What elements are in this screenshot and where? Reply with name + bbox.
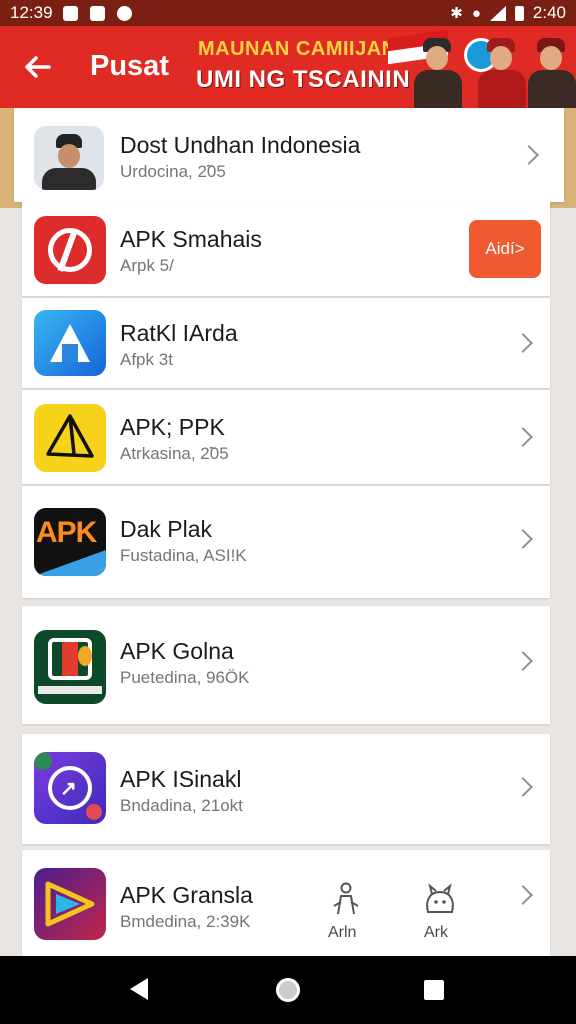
mini-label: Arln xyxy=(328,924,357,941)
nav-home-icon[interactable] xyxy=(276,978,300,1002)
officer-portrait-icon xyxy=(34,126,104,190)
nav-recents-icon[interactable] xyxy=(424,980,444,1000)
back-button[interactable] xyxy=(20,50,54,84)
yellow-triangle-logo-icon xyxy=(34,404,106,472)
chevron-right-icon xyxy=(513,529,533,549)
message-icon xyxy=(116,5,132,21)
page-title: Pusat xyxy=(90,50,169,82)
cute-creature-icon[interactable] xyxy=(422,882,458,916)
app-name: APK Smahais xyxy=(120,226,262,252)
chevron-right-icon xyxy=(513,427,533,447)
list-item[interactable]: APK Gransla Bmdedina, 2:39K Arln Ark xyxy=(22,850,550,956)
officer-figure-3 xyxy=(526,38,576,108)
battery-icon xyxy=(514,5,524,21)
app-name: Dak Plak xyxy=(120,516,213,542)
list-item[interactable]: APK Golna Puetedina, 96ÖK xyxy=(22,606,550,724)
list-item[interactable]: Dost Undhan Indonesia Urdocina, 2̃05 xyxy=(14,108,564,202)
app-subtitle: Puetedina, 96ÖK xyxy=(120,668,250,687)
nav-back-icon[interactable] xyxy=(130,978,148,1000)
status-clock-right: 2:40 xyxy=(532,3,566,22)
blue-a-logo-icon xyxy=(34,310,106,376)
app-name: RatKl IArda xyxy=(120,320,238,346)
app-name: APK Golna xyxy=(120,638,234,664)
system-nav-bar xyxy=(0,956,576,1024)
app-subtitle: Arpk 5/ xyxy=(120,256,174,275)
promo-line-1: MAUNAN CAMIIJAN xyxy=(198,38,397,60)
app-subtitle: Atrkasina, 2̃05 xyxy=(120,444,229,463)
chevron-right-icon xyxy=(513,651,533,671)
apk-text-logo-icon: APK xyxy=(34,508,106,576)
notification-icon xyxy=(62,5,78,21)
list-item[interactable]: APK Dak Plak Fustadina, ASI!K xyxy=(22,486,550,598)
list-item[interactable]: APK Smahais Arpk 5/ Aidí> xyxy=(22,202,550,296)
officer-figure-2 xyxy=(476,38,528,108)
list-item[interactable]: RatKl IArda Afpk 3t xyxy=(22,298,550,388)
open-button[interactable]: Aidí> xyxy=(469,220,541,278)
chevron-right-icon xyxy=(519,145,539,165)
gallery-icon xyxy=(89,5,105,21)
chevron-right-icon xyxy=(513,777,533,797)
app-name: Dost Undhan Indonesia xyxy=(120,132,361,158)
app-subtitle: Bndadina, 21okt xyxy=(120,796,243,815)
status-time: 12:39 xyxy=(10,3,53,22)
app-name: APK Gransla xyxy=(120,882,253,908)
arrow-left-icon xyxy=(25,56,51,78)
officer-figure-1 xyxy=(412,38,464,108)
list-item[interactable]: ↗ APK ISinakl Bndadina, 21okt xyxy=(22,734,550,844)
app-name: APK ISinakl xyxy=(120,766,242,792)
status-bar: 12:39 ✱ ● 2:40 xyxy=(0,0,576,26)
promo-line-2: UMI NG TSCAININ xyxy=(196,66,411,93)
green-ornament-logo-icon xyxy=(34,630,106,704)
promo-banner[interactable]: MAUNAN CAMIIJAN UMI NG TSCAININ xyxy=(192,29,576,108)
bluetooth-icon: ✱ xyxy=(450,5,463,22)
app-subtitle: Fustadina, ASI!K xyxy=(120,546,247,565)
list-item[interactable]: APK; PPK Atrkasina, 2̃05 xyxy=(22,390,550,484)
wifi-icon: ● xyxy=(471,4,481,22)
colorful-play-logo-icon xyxy=(34,868,106,940)
signal-icon xyxy=(489,5,506,21)
app-subtitle: Bmdedina, 2:39K xyxy=(120,912,251,931)
person-figure-icon[interactable] xyxy=(328,882,364,916)
mini-label: Ark xyxy=(424,924,448,941)
purple-share-logo-icon: ↗ xyxy=(34,752,106,824)
app-subtitle: Afpk 3t xyxy=(120,350,173,369)
app-list: Dost Undhan Indonesia Urdocina, 2̃05 APK… xyxy=(0,108,576,956)
red-ap-logo-icon xyxy=(34,216,106,284)
chevron-right-icon xyxy=(513,333,533,353)
header-banner: Pusat MAUNAN CAMIIJAN UMI NG TSCAININ xyxy=(0,26,576,108)
app-subtitle: Urdocina, 2̃05 xyxy=(120,162,226,181)
app-name: APK; PPK xyxy=(120,414,225,440)
chevron-right-icon xyxy=(513,885,533,905)
